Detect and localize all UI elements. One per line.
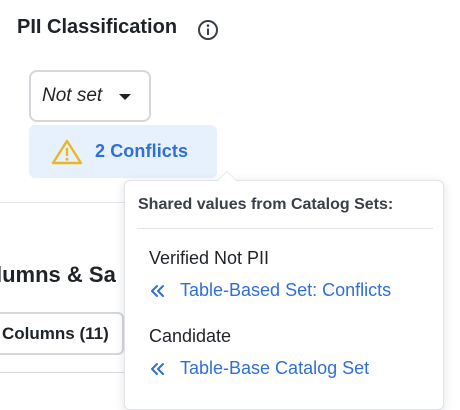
- conflict-value: Verified Not PII: [149, 248, 270, 268]
- conflicts-popover: Shared values from Catalog Sets: Verifie…: [124, 171, 444, 410]
- popover-arrow: [217, 171, 237, 181]
- warning-triangle-icon: [51, 139, 83, 165]
- tab-columns-label: Columns (11): [2, 323, 109, 343]
- conflict-group: Verified Not PII Table-Based Set: Confli…: [149, 248, 391, 301]
- popover-divider: [137, 228, 433, 229]
- catalog-set-link-text: Table-Based Set: Conflicts: [180, 280, 392, 300]
- conflicts-label: 2 Conflicts: [95, 141, 189, 161]
- dropdown-value: Not set: [42, 85, 103, 106]
- double-chevron-left-icon: [149, 362, 167, 376]
- conflict-value: Candidate: [149, 326, 232, 346]
- section-title: PII Classification: [17, 16, 178, 38]
- divider: [0, 202, 125, 203]
- caret-down-icon: [119, 94, 131, 100]
- double-chevron-left-icon: [149, 284, 167, 298]
- tab-columns[interactable]: Columns (11): [0, 312, 124, 355]
- info-circle-icon[interactable]: [197, 19, 219, 41]
- catalog-set-link[interactable]: Table-Base Catalog Set: [149, 358, 369, 379]
- columns-samples-heading: lumns & Sa: [0, 262, 116, 287]
- conflicts-button[interactable]: 2 Conflicts: [29, 125, 217, 178]
- divider: [0, 372, 125, 373]
- catalog-set-link[interactable]: Table-Based Set: Conflicts: [149, 280, 391, 301]
- popover-header: Shared values from Catalog Sets:: [138, 196, 394, 213]
- conflict-group: Candidate Table-Base Catalog Set: [149, 326, 369, 379]
- catalog-set-link-text: Table-Base Catalog Set: [180, 358, 370, 378]
- classification-dropdown[interactable]: Not set: [29, 70, 151, 122]
